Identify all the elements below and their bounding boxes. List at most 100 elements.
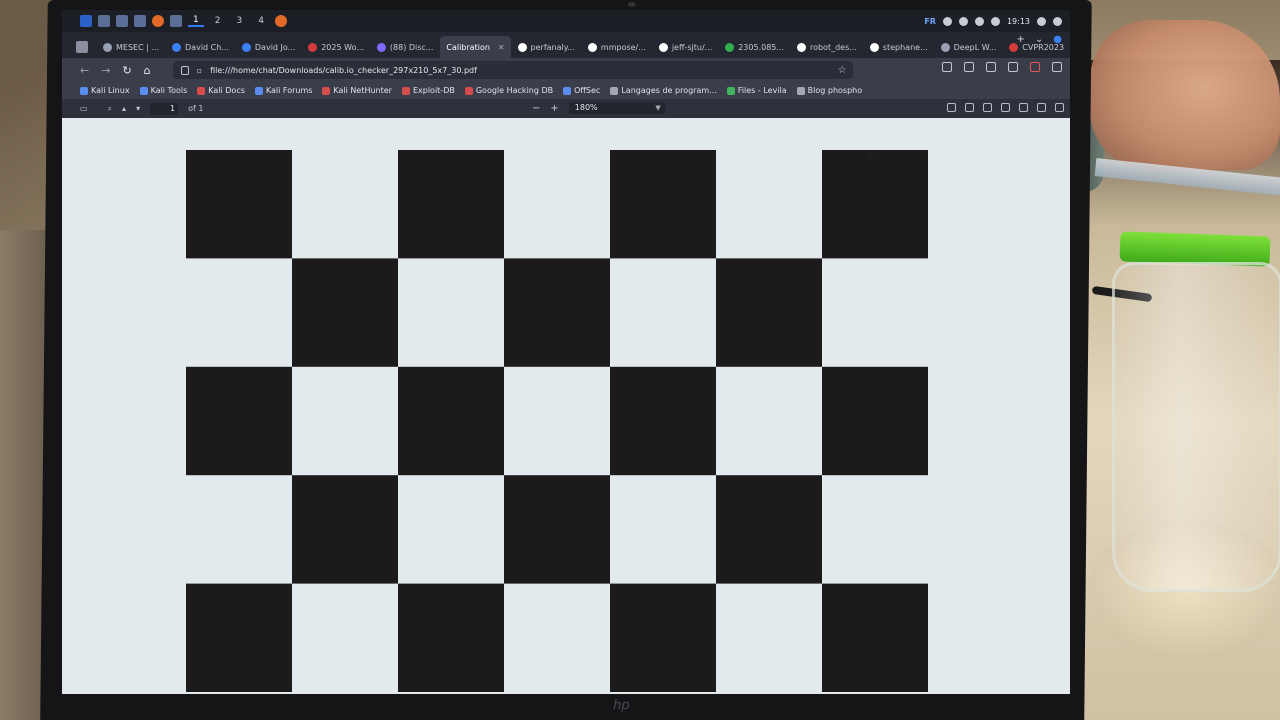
checker-square [716,258,822,367]
tab-list-icon[interactable] [76,41,88,53]
account-icon[interactable] [986,62,996,72]
tab-david-jo[interactable]: David Jo... [236,36,301,58]
downloads-icon[interactable] [964,62,974,72]
workspace-4[interactable]: 4 [253,16,269,26]
bookmark-offsec[interactable]: OffSec [563,86,600,95]
ghdb-icon [464,86,473,95]
pdf-page[interactable]: ↖ [62,118,1070,694]
tab-david-ch[interactable]: David Ch... [166,36,235,58]
new-tab-icon[interactable]: + [1016,34,1024,45]
zoom-select[interactable]: 180% ▼ [568,102,665,114]
checker-square [292,258,398,367]
keyboard-layout[interactable]: FR [924,17,936,26]
more-tools-icon[interactable] [1055,103,1064,112]
home-icon[interactable]: ⌂ [144,64,151,77]
bookmark-ghdb[interactable]: Google Hacking DB [464,86,553,95]
battery-icon[interactable] [990,16,1000,26]
close-icon[interactable]: ✕ [498,43,505,52]
bookmark-kali-forums[interactable]: Kali Forums [254,86,312,95]
tab-perfanaly[interactable]: perfanaly... [512,36,581,58]
account-icon[interactable]: ● [1053,34,1062,45]
page-number-input[interactable]: 1 [150,102,179,115]
volume-icon[interactable] [958,16,968,26]
power-icon[interactable] [1053,16,1062,26]
bookmark-blog-phospho[interactable]: Blog phospho [796,86,862,95]
running-app-icon[interactable] [274,15,287,27]
highlight-icon[interactable] [947,103,956,112]
shield-icon[interactable] [180,65,189,75]
bookmark-langages[interactable]: Langages de program... [610,86,717,95]
tab-actions: + ⌄ ● [1016,34,1062,45]
mouse-cursor-icon: ↖ [868,151,878,164]
kali-menu-icon[interactable] [80,15,92,27]
tab-discord[interactable]: (88) Disc... [371,36,439,58]
tab-2025-wo[interactable]: 2025 Wo... [302,36,370,58]
tab-mesec[interactable]: MESEC | ... [97,36,165,58]
discord-icon [376,42,386,52]
navigation-bar: ← → ↻ ⌂ ▫ file:///home/chat/Downloads/ca… [62,58,1070,82]
tab-mmpose[interactable]: mmpose/... [582,36,652,58]
kali-icon [254,86,263,95]
kali-red-icon [197,86,206,95]
lock-icon[interactable] [1037,16,1046,26]
forward-icon[interactable]: → [101,64,110,77]
file-manager-icon[interactable] [116,15,128,27]
clock[interactable]: 19:13 [1007,17,1030,26]
tab-robot-des[interactable]: robot_des... [791,36,863,58]
workspace-2[interactable]: 2 [210,16,226,26]
bookmark-kali-nethunter[interactable]: Kali NetHunter [322,86,392,95]
tab-jeff-sjtu[interactable]: jeff-sjtu/... [653,36,718,58]
person-hand [1090,20,1280,170]
zoom-controls: − + 180% ▼ [532,102,665,114]
github-icon [517,42,527,52]
firefox-icon[interactable] [152,15,164,27]
notification-icon[interactable] [974,16,984,26]
tab-label: robot_des... [809,42,857,52]
checker-square [292,475,398,584]
tab-arxiv[interactable]: 2305.085... [719,36,790,58]
url-bar[interactable]: ▫ file:///home/chat/Downloads/calib.io_c… [172,61,853,79]
menu-icon[interactable] [1052,62,1062,72]
find-icon[interactable]: ⌕ [108,104,112,114]
tab-calibration[interactable]: Calibration ✕ [440,36,511,58]
sidebar-toggle-icon[interactable]: ▭ [80,104,88,113]
zoom-out-icon[interactable]: − [532,103,540,114]
text-icon[interactable] [965,103,974,112]
checker-square [610,583,716,692]
previous-page-icon[interactable]: ▴ [122,104,126,113]
bookmark-kali-linux[interactable]: Kali Linux [80,86,130,95]
chevron-down-icon[interactable]: ⌄ [1035,34,1043,45]
drinking-glass [1112,262,1280,592]
kali-icon [80,86,88,95]
back-icon[interactable]: ← [80,64,89,77]
bookmark-star-icon[interactable]: ☆ [838,65,847,76]
workspace-1[interactable]: 1 [188,15,204,27]
terminal-icon[interactable] [170,15,182,27]
url-text[interactable]: file:///home/chat/Downloads/calib.io_che… [210,66,477,75]
tab-label: MESEC | ... [115,42,160,52]
extensions-icon[interactable] [1008,62,1018,72]
checker-square [186,583,292,692]
pocket-icon[interactable] [942,62,952,72]
save-icon[interactable] [1037,103,1046,112]
tab-deepl[interactable]: DeepL W... [935,36,1003,58]
draw-icon[interactable] [983,103,992,112]
workspace-3[interactable]: 3 [231,16,247,26]
reload-icon[interactable]: ↻ [122,64,131,77]
text-editor-icon[interactable] [134,15,146,27]
print-icon[interactable] [1019,103,1028,112]
next-page-icon[interactable]: ▾ [136,104,140,113]
kali-icon [139,86,148,95]
image-icon[interactable] [1001,103,1010,112]
extension-red-icon[interactable] [1030,62,1040,72]
tab-stephane[interactable]: stephane... [864,36,934,58]
github-icon [796,42,806,52]
zoom-in-icon[interactable]: + [550,103,558,114]
bookmark-exploit-db[interactable]: Exploit-DB [401,86,455,95]
bookmark-kali-tools[interactable]: Kali Tools [139,86,187,95]
bookmark-kali-docs[interactable]: Kali Docs [197,86,245,95]
wifi-icon[interactable] [942,16,952,26]
desktop-icon[interactable] [98,15,110,27]
bookmark-files-levila[interactable]: Files - Levila [726,86,787,95]
checker-square [822,583,928,692]
